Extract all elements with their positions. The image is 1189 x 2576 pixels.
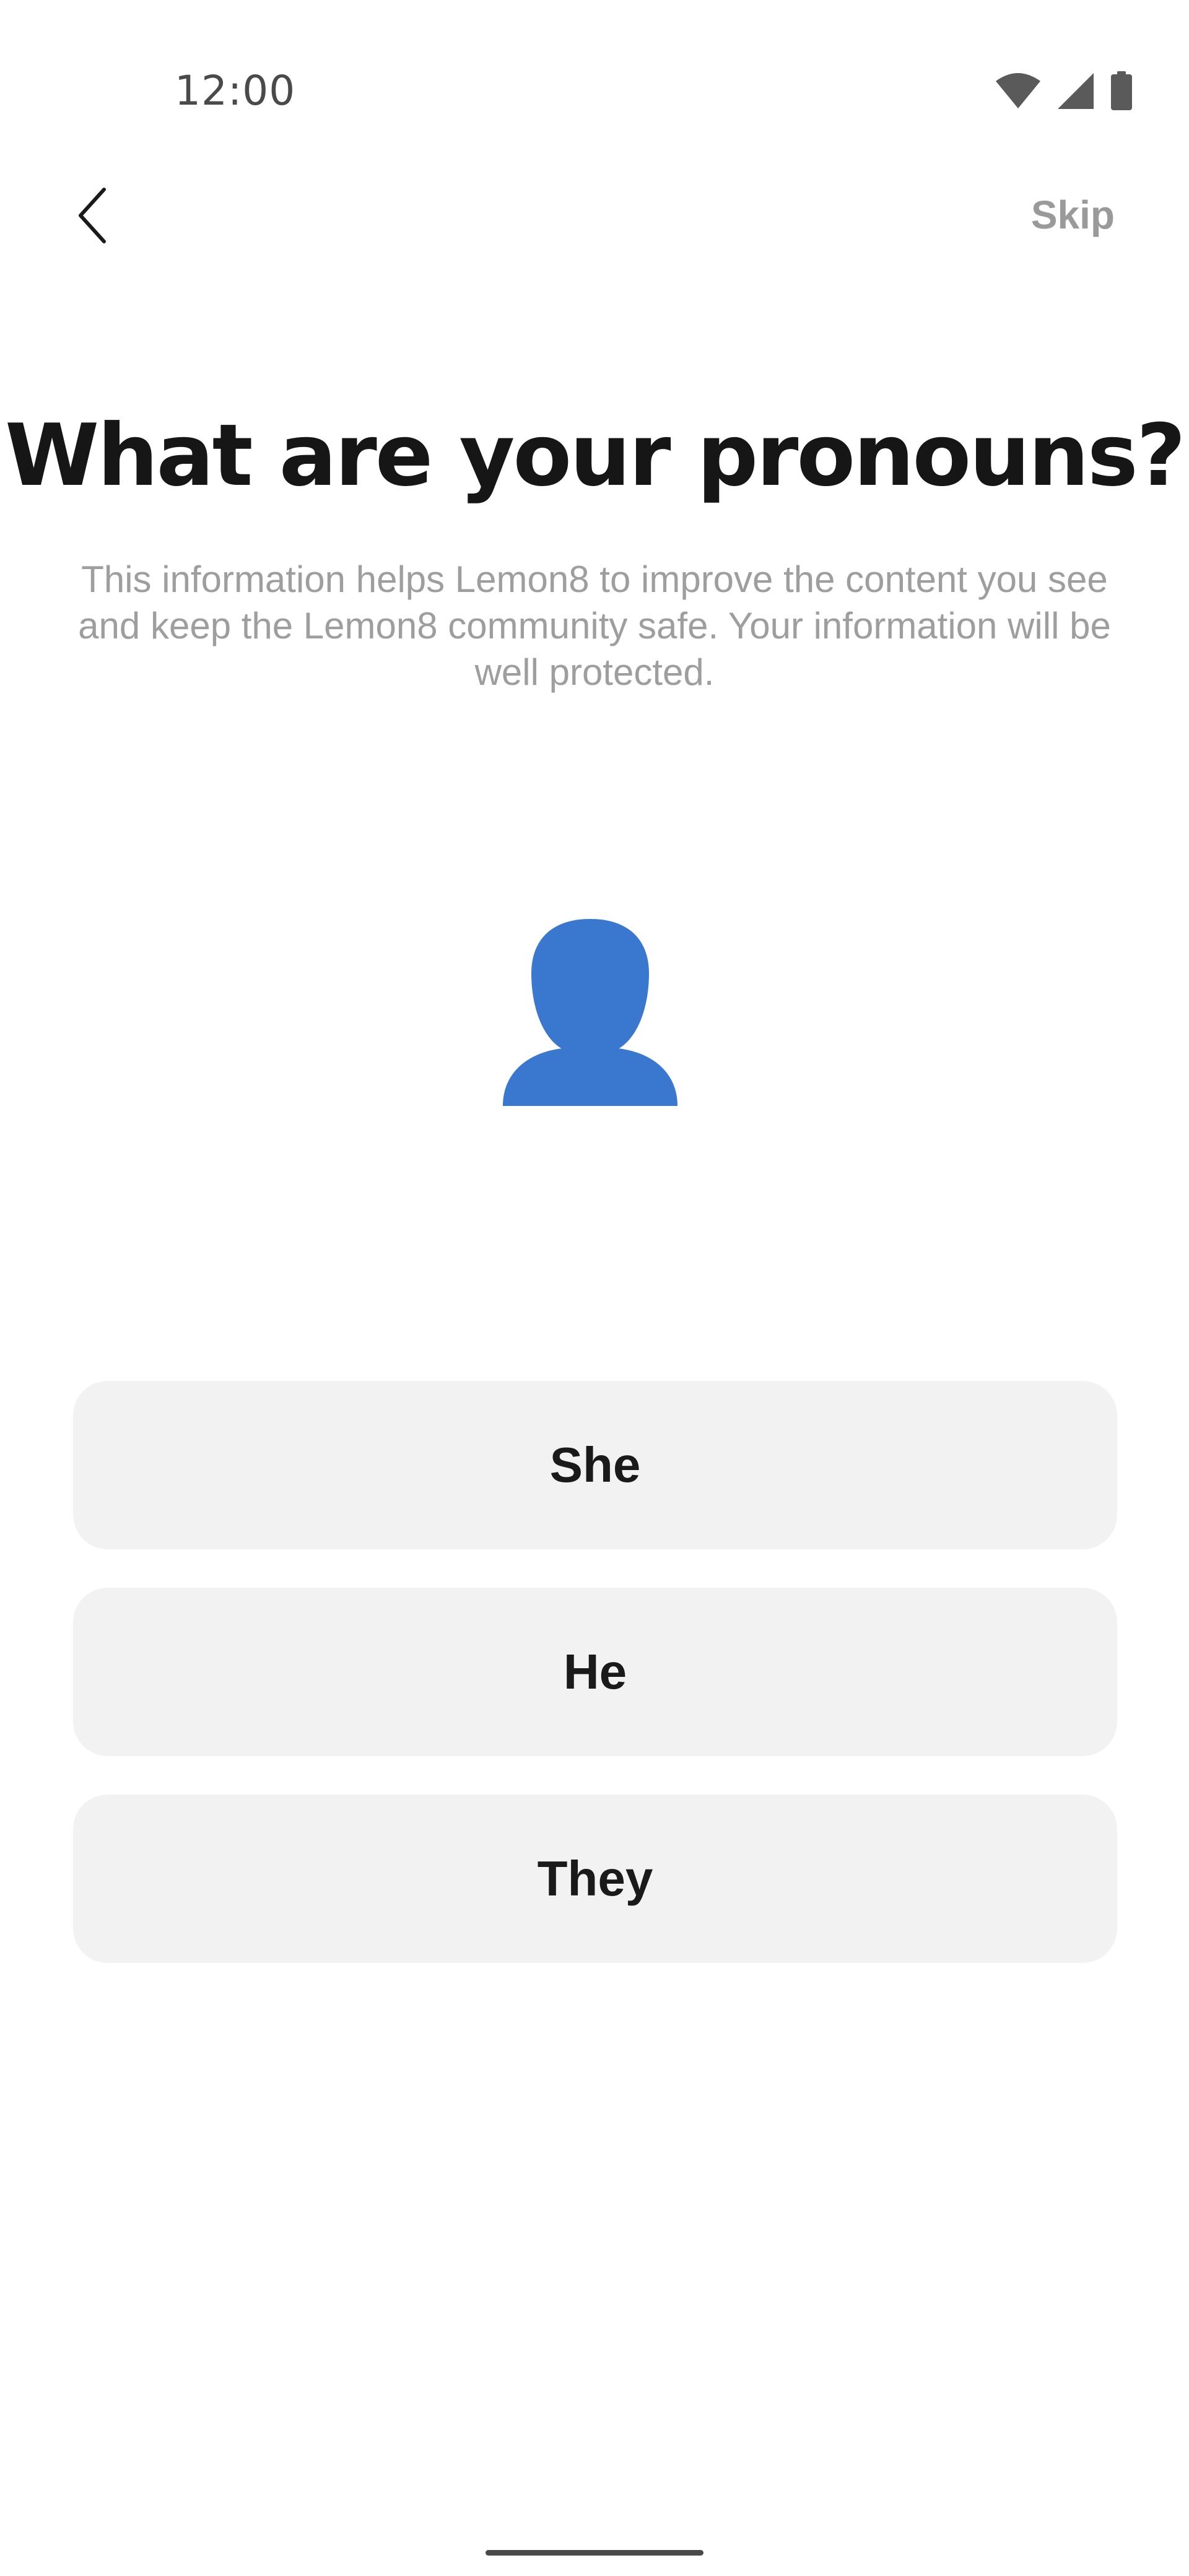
cellular-signal-icon [1056, 72, 1095, 110]
status-time: 12:00 [175, 67, 296, 115]
option-label: He [563, 1644, 627, 1699]
wifi-icon [995, 72, 1042, 110]
person-silhouette-icon [500, 919, 680, 1111]
option-she-button[interactable]: She [73, 1381, 1117, 1549]
option-label: She [549, 1437, 641, 1492]
page-subtitle: This information helps Lemon8 to improve… [78, 559, 1111, 693]
avatar [500, 916, 680, 1108]
battery-icon [1110, 71, 1133, 111]
page-title: What are your pronouns? [5, 406, 1186, 505]
option-label: They [537, 1851, 653, 1906]
pronoun-options: She He They [73, 1381, 1117, 2001]
status-icons [995, 69, 1133, 113]
option-he-button[interactable]: He [73, 1588, 1117, 1756]
option-they-button[interactable]: They [73, 1795, 1117, 1963]
back-button[interactable] [50, 173, 136, 260]
home-indicator[interactable] [486, 2550, 703, 2556]
chevron-left-icon [74, 185, 111, 250]
skip-button[interactable]: Skip [1031, 192, 1115, 238]
status-bar: 12:00 [0, 0, 1189, 136]
top-bar: Skip [0, 161, 1189, 272]
